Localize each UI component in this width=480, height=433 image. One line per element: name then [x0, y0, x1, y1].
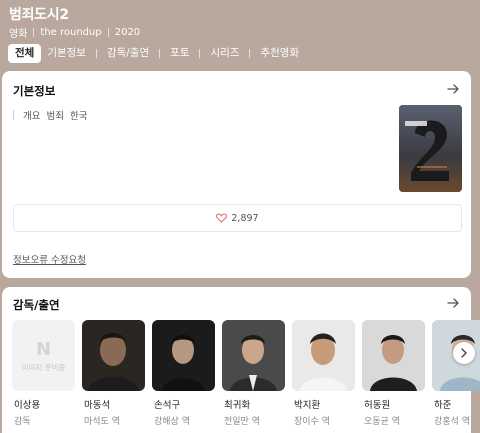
- arrow-right-icon[interactable]: [446, 296, 460, 310]
- person-role: 강홍석 역: [434, 417, 470, 427]
- tab-director-cast[interactable]: 감독/출연: [101, 44, 155, 63]
- person-name: 박지환: [294, 400, 321, 411]
- person-role: 강해상 역: [154, 417, 190, 427]
- person-name: 하준: [434, 400, 452, 411]
- tab-bar: 전체 기본정보 감독/출연 포토 시리즈 추천영화: [8, 44, 305, 63]
- cast-person[interactable]: 최귀화 전일만 역: [222, 320, 285, 427]
- cast-title: 감독/출연: [13, 298, 60, 312]
- basic-info-row: 개요 범죄 한국: [13, 108, 93, 122]
- person-photo: [82, 320, 145, 391]
- info-bar: [13, 110, 14, 120]
- person-role: 장이수 역: [294, 417, 330, 427]
- person-name: 최귀화: [224, 400, 251, 411]
- cast-person[interactable]: 손석구 강해상 역: [152, 320, 215, 427]
- next-button[interactable]: [453, 342, 475, 364]
- meta-divider: [107, 28, 109, 37]
- like-button[interactable]: 2,897: [13, 204, 462, 232]
- tab-divider: [249, 49, 251, 58]
- person-photo: [292, 320, 355, 391]
- cast-list: N 이미지 준비중 이상용 감독 마동석 마석도 역 손석구 강해상 역 최귀화: [12, 320, 480, 427]
- person-photo: [222, 320, 285, 391]
- correction-request-link[interactable]: 정보오류 수정요청: [13, 252, 86, 266]
- cast-person[interactable]: 하준 강홍석 역: [432, 320, 480, 427]
- movie-header: 범죄도시2 영화 the roundup 2020 전체 기본정보 감독/출연 …: [0, 0, 480, 66]
- tab-series[interactable]: 시리즈: [204, 44, 245, 63]
- arrow-right-icon[interactable]: [446, 82, 460, 96]
- person-role: 감독: [14, 417, 31, 427]
- person-name: 마동석: [84, 400, 111, 411]
- naver-logo-icon: N: [35, 338, 52, 360]
- tab-recommended[interactable]: 추천영화: [254, 44, 305, 63]
- person-role: 마석도 역: [84, 417, 120, 427]
- movie-meta: 영화 the roundup 2020: [9, 25, 140, 40]
- person-role: 오동균 역: [364, 417, 400, 427]
- cast-card: 감독/출연 N 이미지 준비중 이상용 감독 마동석 마석도 역 손석구 강해상…: [2, 287, 480, 433]
- tab-basic-info[interactable]: 기본정보: [41, 44, 92, 63]
- info-genre: 범죄: [46, 111, 64, 122]
- person-photo: [362, 320, 425, 391]
- basic-info-card: 기본정보 개요 범죄 한국 2,897 정보오류 수정요청: [2, 71, 471, 278]
- movie-poster[interactable]: [399, 105, 462, 192]
- person-name: 이상용: [14, 400, 41, 411]
- tab-photo[interactable]: 포토: [164, 44, 195, 63]
- meta-type: 영화: [9, 29, 28, 40]
- heart-icon: [216, 213, 228, 223]
- meta-year: 2020: [114, 27, 141, 38]
- cast-person[interactable]: 마동석 마석도 역: [82, 320, 145, 427]
- chevron-right-icon: [461, 348, 467, 358]
- tab-all[interactable]: 전체: [8, 44, 42, 63]
- movie-title: 범죄도시2: [9, 7, 69, 23]
- tab-divider: [199, 49, 201, 58]
- person-name: 허동원: [364, 400, 391, 411]
- tab-divider: [95, 49, 97, 58]
- meta-english-title: the roundup: [40, 27, 102, 38]
- like-count: 2,897: [231, 212, 259, 224]
- person-role: 전일만 역: [224, 417, 260, 427]
- no-image-text: 이미지 준비중: [21, 362, 66, 372]
- cast-person[interactable]: N 이미지 준비중 이상용 감독: [12, 320, 75, 427]
- meta-divider: [33, 28, 35, 37]
- no-image-placeholder: N 이미지 준비중: [12, 320, 75, 391]
- cast-person[interactable]: 허동원 오동균 역: [362, 320, 425, 427]
- tab-divider: [159, 49, 161, 58]
- person-photo: [152, 320, 215, 391]
- info-overview: 개요: [23, 111, 41, 122]
- basic-info-title: 기본정보: [13, 84, 56, 98]
- person-name: 손석구: [154, 400, 181, 411]
- info-country: 한국: [69, 111, 88, 122]
- poster-image: [399, 105, 462, 192]
- cast-person[interactable]: 박지환 장이수 역: [292, 320, 355, 427]
